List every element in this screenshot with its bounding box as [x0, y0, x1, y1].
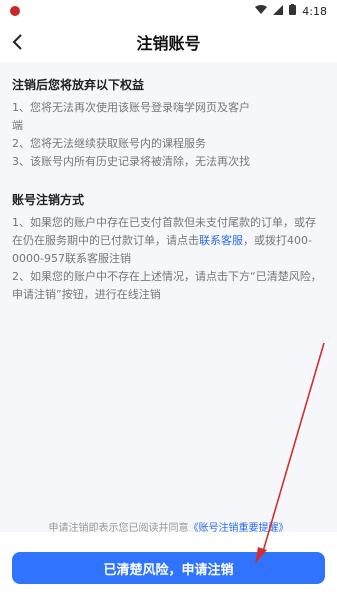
rights-item-2: 2、您将无法继续获取账号内的课程服务 [12, 137, 206, 150]
method-section: 账号注销方式 1、如果您的账户中存在已支付首款但未支付尾款的订单，或存 在仍在服… [0, 191, 337, 304]
navigation-bar: 注销账号 [0, 22, 337, 62]
rights-section-title: 注销后您将放弃以下权益 [12, 78, 145, 92]
method-item-1-line2-prefix: 在仍在服务期中的已付款订单，请点击 [12, 234, 199, 247]
method-item-1-line1: 1、如果您的账户中存在已支付首款但未支付尾款的订单，或存 [12, 216, 316, 229]
method-item-2-line2: 申请注销”按钮，进行在线注销 [12, 288, 161, 301]
method-item-1-line3: 0000-957联系客服注销 [12, 252, 131, 265]
method-item-1-line2-suffix: ，或拨打400- [243, 234, 312, 247]
signal-icon [273, 4, 284, 18]
content-area: 注销后您将放弃以下权益 1、您将无法再次使用该账号登录嗨学网页及客户 端 2、您… [0, 62, 337, 532]
rights-item-3: 3、该账号内所有历史记录将被清除，无法再次找 [12, 155, 250, 168]
method-section-title: 账号注销方式 [12, 193, 85, 207]
agreement-link[interactable]: 《账号注销重要提醒》 [189, 523, 289, 534]
status-right: 4:18 [255, 4, 327, 18]
rights-item-1-line2: 端 [12, 119, 23, 132]
contact-support-link[interactable]: 联系客服 [199, 234, 243, 247]
notification-app-icon [10, 6, 20, 16]
battery-icon [289, 4, 297, 18]
agreement-text: 申请注销即表示您已阅读并同意《账号注销重要提醒》 [0, 519, 337, 534]
method-item-1-line2: 在仍在服务期中的已付款订单，请点击联系客服，或拨打400- [12, 232, 325, 250]
status-time: 4:18 [302, 4, 327, 18]
rights-item-1-line1: 1、您将无法再次使用该账号登录嗨学网页及客户 [12, 101, 250, 114]
status-bar: 4:18 [0, 0, 337, 22]
back-arrow-icon[interactable] [6, 30, 30, 54]
agreement-prefix: 申请注销即表示您已阅读并同意 [48, 523, 189, 534]
page-title: 注销账号 [136, 34, 201, 53]
wifi-icon [255, 4, 268, 18]
status-left [10, 6, 20, 16]
method-item-2-line1: 2、如果您的账户中不存在上述情况，请点击下方“已清楚风险， [12, 270, 322, 283]
confirm-deactivate-button[interactable]: 已清楚风险，申请注销 [12, 552, 325, 584]
rights-section: 注销后您将放弃以下权益 1、您将无法再次使用该账号登录嗨学网页及客户 端 2、您… [0, 76, 337, 171]
